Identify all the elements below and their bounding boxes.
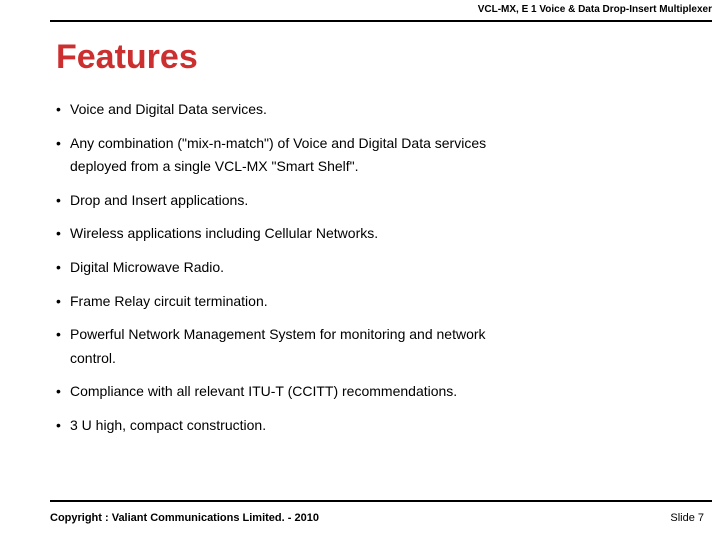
feature-list: Voice and Digital Data services. Any com… bbox=[56, 100, 680, 450]
list-item: 3 U high, compact construction. bbox=[56, 416, 680, 436]
slide-number: Slide 7 bbox=[670, 512, 704, 524]
list-item: Digital Microwave Radio. bbox=[56, 258, 680, 278]
list-item: Voice and Digital Data services. bbox=[56, 100, 680, 120]
list-item-continuation: deployed from a single VCL-MX "Smart She… bbox=[56, 157, 680, 177]
list-item: Compliance with all relevant ITU-T (CCIT… bbox=[56, 382, 680, 402]
list-item: Frame Relay circuit termination. bbox=[56, 292, 680, 312]
bottom-divider bbox=[50, 500, 712, 502]
list-item: Wireless applications including Cellular… bbox=[56, 224, 680, 244]
list-item: Drop and Insert applications. bbox=[56, 191, 680, 211]
top-divider bbox=[50, 20, 712, 22]
list-item-continuation: control. bbox=[56, 349, 680, 369]
header-product-label: VCL-MX, E 1 Voice & Data Drop-Insert Mul… bbox=[478, 4, 712, 15]
list-item: Any combination ("mix-n-match") of Voice… bbox=[56, 134, 680, 154]
list-item: Powerful Network Management System for m… bbox=[56, 325, 680, 345]
slide: VCL-MX, E 1 Voice & Data Drop-Insert Mul… bbox=[0, 0, 720, 540]
copyright-text: Copyright : Valiant Communications Limit… bbox=[50, 512, 319, 524]
page-title: Features bbox=[56, 38, 198, 77]
